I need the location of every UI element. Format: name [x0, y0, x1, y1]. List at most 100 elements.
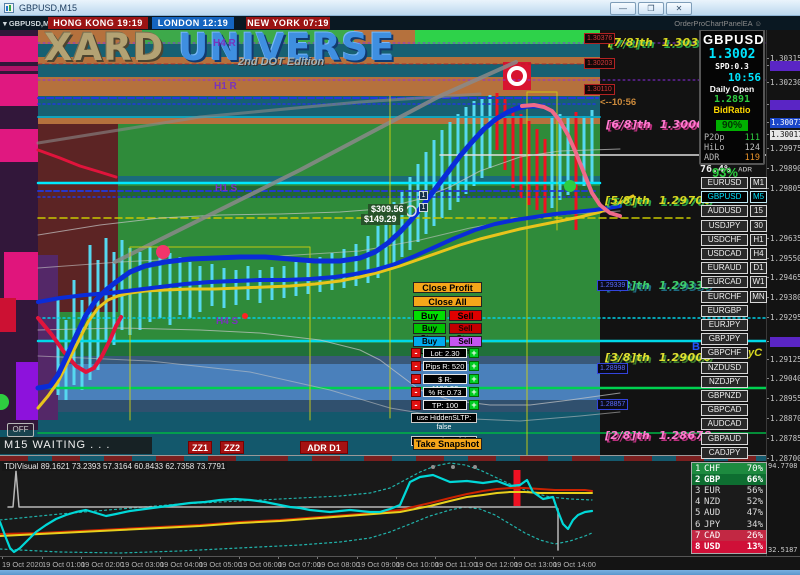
watchlist-symbol-button[interactable]: GBPAUD: [701, 432, 748, 445]
watchlist-symbol-button[interactable]: USDCAD: [701, 248, 748, 260]
ghost-text-b: B: [692, 341, 700, 353]
watchlist-symbol-button[interactable]: GBPUSD: [701, 191, 748, 204]
price-axis-label: 1.29380: [767, 293, 800, 302]
indicator-separator[interactable]: [0, 455, 766, 461]
increment-button[interactable]: +: [469, 374, 479, 384]
price-axis-label: 1.29635: [767, 234, 800, 243]
zone-label: H1 R: [214, 81, 237, 92]
profit-label-2: $149.29: [361, 214, 400, 225]
watchlist-symbol-button[interactable]: EURAUD: [701, 262, 748, 275]
price-axis[interactable]: 1.30315 1.30230 1.30073 1.30017 1.29975 1.298…: [766, 28, 800, 556]
off-button[interactable]: OFF: [7, 423, 34, 437]
buy-stop-button[interactable]: Buy Stop: [413, 323, 446, 343]
info-adr-percent: 93%ADR: [703, 165, 761, 180]
decrement-button[interactable]: -: [411, 374, 421, 384]
watchlist-timeframe-button[interactable]: H4: [750, 248, 767, 260]
strength-currency: NZD: [704, 497, 721, 508]
strength-currency: EUR: [704, 485, 721, 496]
watchlist-timeframe-button[interactable]: M5: [750, 191, 767, 204]
watchlist-symbol-button[interactable]: GBPJPY: [701, 333, 748, 346]
watchlist-row: GBPJPY: [701, 333, 767, 346]
decrement-button[interactable]: -: [411, 400, 421, 410]
watchlist-timeframe-button[interactable]: 30: [750, 219, 767, 232]
price-axis-label: [767, 100, 800, 110]
watchlist-symbol-button[interactable]: USDJPY: [701, 219, 748, 232]
strength-row: 7 CAD 26%: [692, 530, 766, 542]
watchlist-symbol-button[interactable]: GBPCAD: [701, 404, 748, 417]
strength-percent: 70%: [746, 463, 763, 474]
ea-enabled-smiley-icon: ☺: [754, 19, 762, 28]
info-stat-rows: P2Op 111 HiLo 124 ADR 119: [703, 133, 761, 163]
trade-marker-badge: 1: [419, 203, 428, 212]
decrement-button[interactable]: -: [411, 361, 421, 371]
close-button[interactable]: ✕: [666, 2, 692, 15]
symbol-info-panel: GBPUSD 1.3002 SPD:0.3 10:56 Daily Open 1…: [699, 29, 765, 180]
price-axis-label: 1.28785: [767, 434, 800, 443]
watchlist-symbol-button[interactable]: GBPCHF: [701, 347, 748, 360]
increment-button[interactable]: +: [469, 348, 479, 358]
decrement-button[interactable]: -: [411, 348, 421, 358]
info-spread: SPD:0.3: [715, 62, 749, 71]
watchlist-timeframe-button[interactable]: W1: [750, 276, 767, 289]
watchlist-symbol-button[interactable]: AUDUSD: [701, 205, 748, 218]
murrey-level-label: [5/8]th 1.29700: [605, 194, 712, 207]
decrement-button[interactable]: -: [411, 387, 421, 397]
session-london: LONDON 12:19: [152, 17, 234, 29]
time-axis-label: 19 Oct 07:00: [278, 557, 321, 569]
sell-limit-button[interactable]: Sell Limit: [449, 336, 482, 356]
trade-toggle-button[interactable]: use HiddenSLTP: false: [411, 413, 477, 431]
increment-button[interactable]: +: [469, 387, 479, 397]
watchlist-timeframe-button[interactable]: MN: [750, 290, 767, 303]
trade-value-field[interactable]: Lot: 2.30: [423, 348, 467, 358]
watchlist-symbol-button[interactable]: NZDJPY: [701, 375, 748, 388]
trade-value-field[interactable]: TP: 100: [423, 400, 467, 410]
watchlist-symbol-button[interactable]: EURCHF: [701, 290, 748, 303]
increment-button[interactable]: +: [469, 400, 479, 410]
strength-rank: 6: [695, 519, 701, 530]
strength-currency: CHF: [704, 463, 721, 474]
strength-row: 5 AUD 47%: [692, 507, 766, 519]
watchlist-symbol-button[interactable]: EURJPY: [701, 319, 748, 331]
watchlist-symbol-button[interactable]: NZDUSD: [701, 361, 748, 374]
watchlist-symbol-button[interactable]: GBPNZD: [701, 390, 748, 402]
time-axis-label: 19 Oct 03:00: [121, 557, 164, 569]
watchlist-symbol-button[interactable]: AUDCAD: [701, 418, 748, 431]
watchlist-symbol-button[interactable]: EURGBP: [701, 304, 748, 317]
strength-row: 6 JPY 34%: [692, 518, 766, 531]
strength-rank: 7: [695, 530, 701, 541]
watchlist-row: GBPCAD: [701, 404, 767, 417]
ea-name: OrderProChartPanelEA: [674, 19, 753, 28]
maximize-button[interactable]: ❐: [638, 2, 664, 15]
watchlist-symbol-button[interactable]: CADJPY: [701, 446, 748, 459]
buy-button[interactable]: Buy: [413, 310, 446, 321]
take-snapshot-button[interactable]: Take Snapshot: [413, 438, 482, 450]
watchlist-row: NZDJPY: [701, 375, 767, 388]
close-all-button[interactable]: Close All: [413, 296, 482, 307]
sell-button[interactable]: Sell: [449, 310, 482, 321]
close-profit-button[interactable]: Close Profit: [413, 282, 482, 293]
adr-d1-button[interactable]: ADR D1: [300, 441, 348, 454]
watchlist-timeframe-button[interactable]: 15: [750, 205, 767, 218]
time-axis[interactable]: 19 Oct 2020 19 Oct 01:00 19 Oct 02:00 19 Oc…: [0, 556, 800, 570]
time-axis-label: 19 Oct 10:00: [396, 557, 439, 569]
time-axis-label: 19 Oct 12:00: [475, 557, 518, 569]
window-titlebar[interactable]: GBPUSD,M15 — ❐ ✕: [0, 0, 800, 16]
trade-value-field[interactable]: Pips R: 520: [423, 361, 467, 371]
watchlist-timeframe-button[interactable]: H1: [750, 233, 767, 246]
watchlist-symbol-button[interactable]: EURCAD: [701, 276, 748, 289]
time-axis-label: 19 Oct 06:00: [239, 557, 282, 569]
watchlist-symbol-button[interactable]: USDCHF: [701, 233, 748, 246]
price-axis-label: 1.29295: [767, 313, 800, 322]
trade-value-field[interactable]: % R: 0.73: [423, 387, 467, 397]
watchlist-row: AUDUSD 15: [701, 205, 767, 218]
zz2-button[interactable]: ZZ2: [220, 441, 244, 454]
watchlist-timeframe-button[interactable]: D1: [750, 262, 767, 275]
strength-percent: 66%: [746, 474, 763, 485]
trade-value-field[interactable]: $ R: 1198.22: [423, 374, 467, 393]
sell-stop-button[interactable]: Sell Stop: [449, 323, 482, 343]
zz1-button[interactable]: ZZ1: [188, 441, 212, 454]
window-title: GBPUSD,M15: [19, 2, 78, 13]
increment-button[interactable]: +: [469, 361, 479, 371]
buy-limit-button[interactable]: Buy Limit: [413, 336, 446, 356]
minimize-button[interactable]: —: [610, 2, 636, 15]
